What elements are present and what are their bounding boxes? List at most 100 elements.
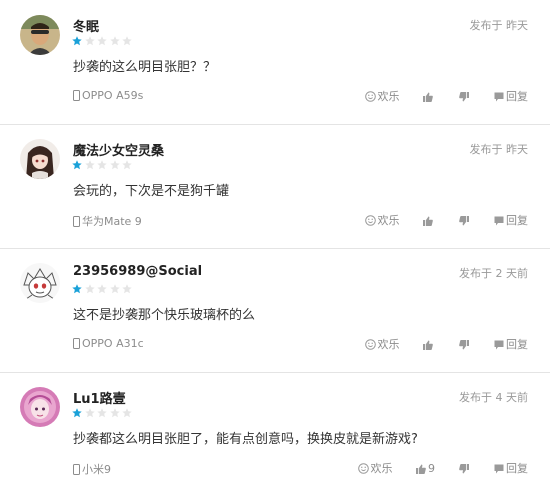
reply-bubble-icon [494, 92, 504, 102]
post-time: 发布于 昨天 [470, 17, 529, 33]
star-rating [72, 160, 135, 170]
fun-button[interactable]: 欢乐 [364, 212, 400, 228]
star-empty-icon [84, 284, 95, 294]
reply-button[interactable]: 回复 [494, 336, 528, 352]
avatar[interactable] [20, 139, 60, 179]
avatar-sketch-character-icon [20, 263, 60, 303]
thumbs-down-icon [458, 463, 469, 473]
device-info: 华为Mate 9 [73, 213, 142, 228]
star-filled-icon [72, 284, 82, 294]
fun-button[interactable]: 欢乐 [364, 336, 400, 352]
star-empty-icon [84, 160, 95, 170]
star-empty-icon [122, 36, 132, 46]
device-name: OPPO A59s [82, 89, 144, 102]
post-time: 发布于 4 天前 [459, 389, 528, 405]
comment-text: 抄袭的这么明目张胆？？ [73, 60, 217, 75]
like-button[interactable]: 9 [416, 462, 435, 475]
time-value: 昨天 [506, 143, 528, 156]
time-prefix: 发布于 [469, 143, 503, 156]
fun-button[interactable]: 欢乐 [357, 460, 393, 476]
review-actions: 欢乐 回复 [345, 336, 528, 352]
avatar[interactable] [20, 263, 60, 303]
reply-bubble-icon [494, 216, 504, 226]
thumbs-down-icon [458, 91, 469, 101]
review-actions: 欢乐 回复 [345, 88, 528, 104]
fun-label: 欢乐 [377, 90, 400, 103]
reply-bubble-icon [494, 464, 504, 474]
avatar[interactable] [20, 15, 60, 55]
dislike-button[interactable] [458, 214, 471, 227]
dislike-button[interactable] [458, 462, 471, 475]
reply-button[interactable]: 回复 [494, 88, 528, 104]
comment-text: 抄袭都这么明目张胆了，能有点创意吗，换换皮就是新游戏? [73, 432, 418, 447]
reply-label: 回复 [506, 338, 528, 351]
phone-icon [73, 90, 80, 101]
username[interactable]: 魔法少女空灵桑 [73, 140, 164, 159]
star-filled-icon [72, 408, 82, 418]
star-empty-icon [84, 36, 95, 46]
reply-label: 回复 [506, 90, 528, 103]
smiley-icon [357, 463, 369, 474]
review-item: 23956989@Social 发布于 2 天前 这不是抄袭那个快乐玻璃杯的么 … [0, 248, 550, 372]
comment-text: 会玩的，下次是不是狗千罐 [73, 184, 230, 199]
review-item: 魔法少女空灵桑 发布于 昨天 会玩的，下次是不是狗千罐 华为Mate 9 欢乐 … [0, 124, 550, 248]
thumbs-up-icon [423, 92, 433, 102]
device-info: 小米9 [73, 461, 111, 476]
star-empty-icon [109, 284, 120, 294]
star-rating [72, 408, 135, 418]
like-button[interactable] [423, 90, 435, 103]
smiley-icon [364, 339, 376, 350]
phone-icon [73, 338, 80, 349]
time-value: 4 天前 [495, 391, 529, 404]
time-prefix: 发布于 [459, 267, 492, 280]
avatar[interactable] [20, 387, 60, 427]
fun-button[interactable]: 欢乐 [364, 88, 400, 104]
like-count: 9 [428, 461, 435, 475]
star-empty-icon [84, 408, 95, 418]
phone-icon [73, 464, 80, 475]
reply-label: 回复 [506, 214, 528, 227]
username[interactable]: 23956989@Social [73, 264, 202, 279]
dislike-button[interactable] [458, 338, 471, 351]
avatar-pink-character-icon [20, 387, 60, 427]
thumbs-up-icon [416, 464, 426, 474]
time-prefix: 发布于 [469, 19, 503, 32]
review-item: 冬眠 发布于 昨天 抄袭的这么明目张胆？？ OPPO A59s 欢乐 回复 [0, 0, 550, 124]
device-name: OPPO A31c [82, 337, 144, 350]
smiley-icon [364, 91, 376, 102]
avatar-photo-icon [20, 15, 60, 55]
star-empty-icon [109, 36, 120, 46]
dislike-button[interactable] [458, 90, 471, 103]
thumbs-up-icon [423, 340, 433, 350]
thumbs-down-icon [458, 215, 469, 225]
time-prefix: 发布于 [459, 391, 492, 404]
like-button[interactable] [423, 338, 435, 351]
star-empty-icon [97, 408, 107, 418]
thumbs-down-icon [458, 339, 469, 349]
star-empty-icon [122, 408, 132, 418]
username[interactable]: 冬眠 [73, 16, 99, 35]
star-empty-icon [97, 160, 107, 170]
like-button[interactable] [423, 214, 435, 227]
star-empty-icon [109, 408, 120, 418]
star-empty-icon [122, 284, 132, 294]
star-empty-icon [122, 160, 132, 170]
star-empty-icon [97, 284, 107, 294]
device-name: 小米9 [82, 463, 111, 476]
fun-label: 欢乐 [370, 462, 393, 475]
reply-button[interactable]: 回复 [494, 460, 528, 476]
username[interactable]: Lu1路壹 [73, 388, 126, 407]
star-filled-icon [72, 36, 82, 46]
reply-button[interactable]: 回复 [494, 212, 528, 228]
thumbs-up-icon [423, 216, 433, 226]
post-time: 发布于 2 天前 [459, 265, 528, 281]
post-time: 发布于 昨天 [470, 141, 529, 157]
fun-label: 欢乐 [377, 338, 400, 351]
review-item: Lu1路壹 发布于 4 天前 抄袭都这么明目张胆了，能有点创意吗，换换皮就是新游… [0, 372, 550, 496]
time-value: 2 天前 [495, 267, 529, 280]
star-rating [72, 284, 135, 294]
comment-text: 这不是抄袭那个快乐玻璃杯的么 [73, 308, 256, 323]
review-actions: 欢乐 9 回复 [338, 460, 528, 476]
device-info: OPPO A31c [73, 337, 144, 351]
avatar-anime-girl-icon [20, 139, 60, 179]
